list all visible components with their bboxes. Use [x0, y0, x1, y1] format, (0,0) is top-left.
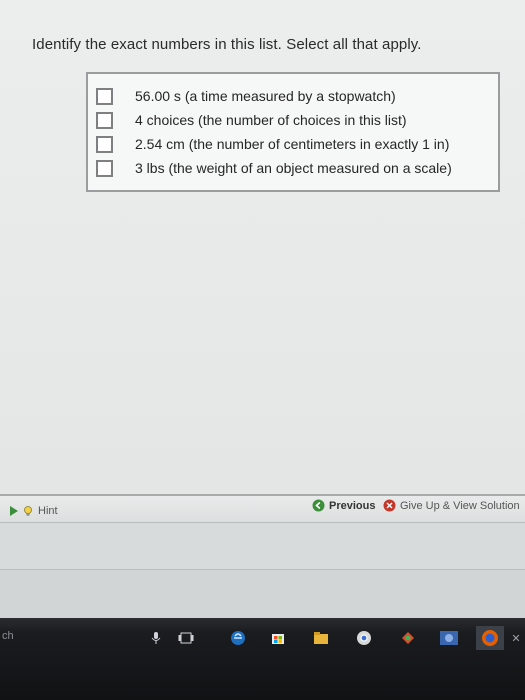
store-icon[interactable] [270, 630, 286, 646]
edge-icon[interactable] [230, 630, 246, 646]
previous-arrow-icon [312, 499, 325, 512]
expand-triangle-icon [10, 506, 18, 516]
answer-area [0, 210, 525, 495]
choice-option-3[interactable]: 2.54 cm (the number of centimeters in ex… [96, 132, 496, 156]
give-up-label: Give Up & View Solution [400, 499, 520, 512]
choices-list: 56.00 s (a time measured by a stopwatch)… [86, 72, 500, 192]
hint-button[interactable]: Hint [10, 504, 58, 518]
firefox-icon[interactable] [476, 626, 504, 650]
choice-label: 3 lbs (the weight of an object measured … [135, 160, 452, 176]
previous-button[interactable]: Previous [312, 499, 375, 512]
hint-label: Hint [38, 505, 58, 517]
footer-area [0, 523, 525, 569]
taskbar: ch ✕ [0, 618, 525, 700]
footer-area [0, 570, 525, 618]
search-box-fragment[interactable]: ch [2, 630, 14, 642]
choice-option-2[interactable]: 4 choices (the number of choices in this… [96, 108, 496, 132]
previous-label: Previous [329, 499, 376, 512]
chrome-icon[interactable] [356, 630, 372, 646]
choice-checkbox[interactable] [96, 135, 113, 153]
choice-label: 56.00 s (a time measured by a stopwatch) [135, 88, 396, 104]
task-view-icon[interactable] [178, 630, 194, 646]
button-bar: Hint Previous Give Up & View Solution [0, 494, 525, 522]
choice-option-4[interactable]: 3 lbs (the weight of an object measured … [96, 156, 496, 180]
file-explorer-icon[interactable] [313, 630, 329, 646]
give-up-icon [383, 499, 396, 512]
photo-app-icon[interactable] [438, 630, 460, 646]
question-text: Identify the exact numbers in this list.… [32, 36, 422, 53]
choice-checkbox[interactable] [96, 111, 113, 129]
screen: Identify the exact numbers in this list.… [0, 0, 525, 700]
close-icon[interactable]: ✕ [508, 630, 524, 646]
give-up-button[interactable]: Give Up & View Solution [383, 499, 520, 512]
puzzle-app-icon[interactable] [400, 630, 416, 646]
choice-label: 4 choices (the number of choices in this… [135, 112, 407, 128]
microphone-icon[interactable] [148, 630, 164, 646]
choice-checkbox[interactable] [96, 159, 113, 177]
choice-option-1[interactable]: 56.00 s (a time measured by a stopwatch) [96, 84, 496, 108]
lightbulb-icon [24, 506, 32, 516]
choice-checkbox[interactable] [96, 87, 113, 105]
choice-label: 2.54 cm (the number of centimeters in ex… [135, 136, 450, 152]
